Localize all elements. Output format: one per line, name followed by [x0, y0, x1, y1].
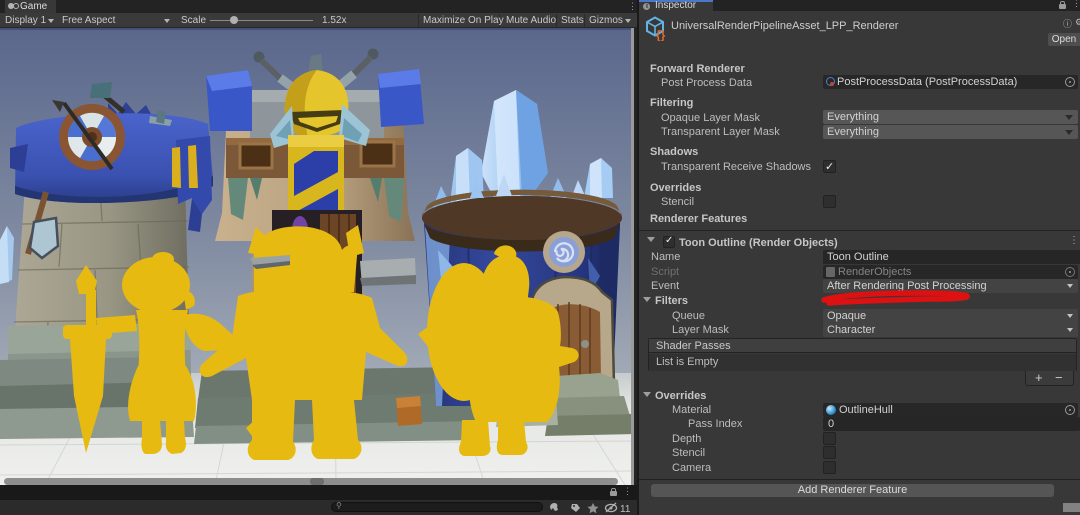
svg-text:11: 11: [620, 504, 631, 514]
svg-text:{}: {}: [656, 28, 666, 41]
